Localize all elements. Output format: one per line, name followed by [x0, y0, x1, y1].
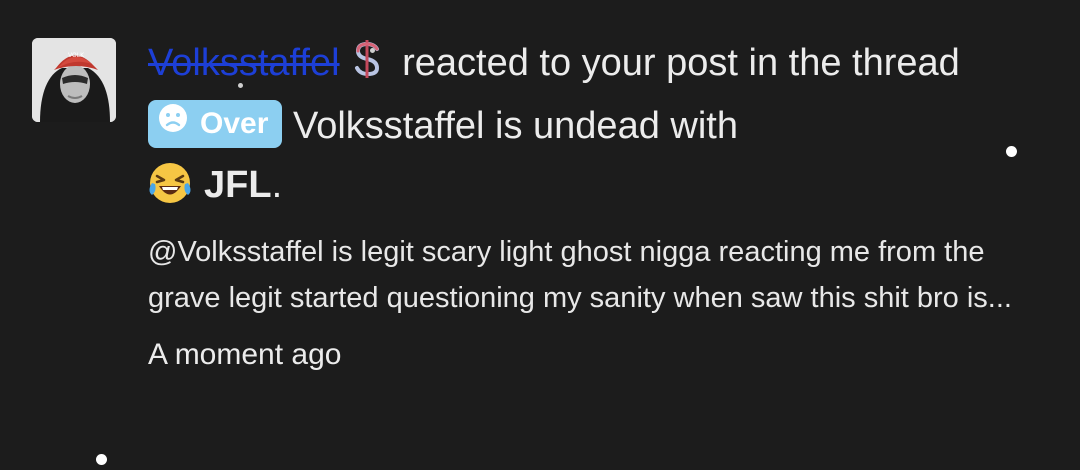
snow-particle — [238, 83, 243, 88]
svg-text:VOLK: VOLK — [68, 52, 85, 59]
thread-title-link[interactable]: Volksstaffel is undead with — [293, 105, 738, 147]
sad-face-icon — [158, 94, 188, 153]
timestamp: A moment ago — [148, 338, 342, 371]
post-snippet: @Volksstaffel is legit scary light ghost… — [148, 236, 1012, 314]
snow-particle — [1006, 146, 1017, 157]
username-link[interactable]: Volksstaffel — [148, 42, 340, 84]
notification-item[interactable]: VOLK Volksstaffel reacted to your post i… — [32, 38, 1052, 375]
notification-content: Volksstaffel reacted to your post in the… — [148, 38, 1018, 375]
dollar-sign-icon — [350, 38, 386, 97]
snow-particle — [96, 454, 107, 465]
period: . — [271, 164, 283, 206]
notification-headline: Volksstaffel reacted to your post in the… — [148, 34, 1018, 223]
avatar-image: VOLK — [32, 38, 116, 122]
avatar[interactable]: VOLK — [32, 38, 116, 122]
snow-particle — [370, 48, 375, 53]
notification-text: reacted to your post in the thread — [402, 42, 960, 84]
prefix-label: Over — [200, 107, 269, 141]
reaction-name: JFL — [204, 164, 272, 206]
laughing-tears-emoji — [148, 161, 192, 223]
thread-prefix-badge[interactable]: Over — [148, 99, 283, 148]
